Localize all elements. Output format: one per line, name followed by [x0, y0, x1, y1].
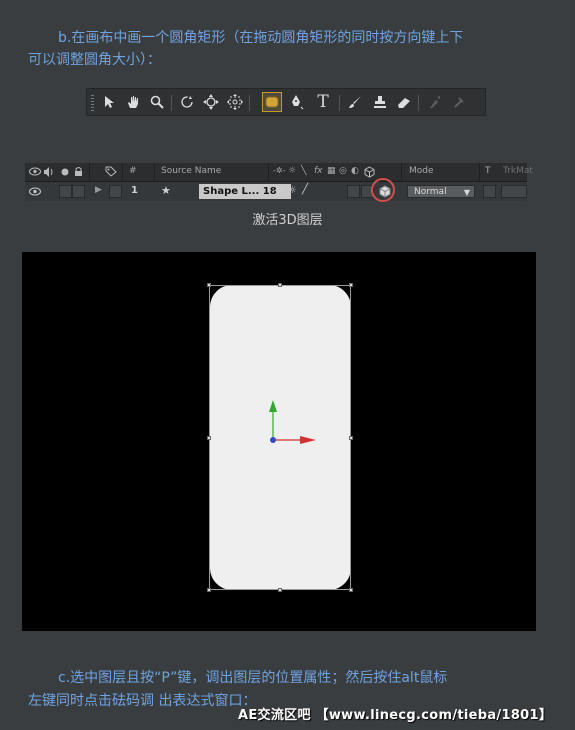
arrow-icon: [105, 96, 114, 108]
handle-bottom-left[interactable]: [207, 588, 211, 592]
layer-collapse-switch[interactable]: ☼: [288, 185, 297, 196]
y-axis-arrow-icon: [269, 400, 277, 412]
handle-middle-left[interactable]: [207, 436, 211, 440]
handle-top-left[interactable]: [207, 283, 211, 287]
speaker-icon[interactable]: [43, 167, 55, 177]
camera-orbit-tool[interactable]: [201, 92, 221, 112]
handle-bottom-center[interactable]: [278, 588, 282, 592]
handle-top-right[interactable]: [349, 283, 353, 287]
toolbar-grip[interactable]: [91, 95, 94, 111]
timeline-header: # Source Name -✲- ☼ ╲ fx ▦ ◎ ◐ Mode T Tr…: [25, 163, 533, 201]
shy-icon[interactable]: -✲-: [273, 166, 285, 175]
toolbar-separator: [418, 95, 419, 111]
3d-layer-header-icon[interactable]: [364, 166, 375, 178]
adjustment-layer-icon[interactable]: ◐: [351, 166, 359, 176]
instruction-step-b-line1: b.在画布中画一个圆角矩形（在拖动圆角矩形的同时按方向键上下: [58, 30, 464, 46]
label-color-swatch[interactable]: [109, 185, 122, 198]
timeline-panel: # Source Name -✲- ☼ ╲ fx ▦ ◎ ◐ Mode T Tr…: [25, 163, 533, 202]
header-number: #: [129, 166, 137, 176]
lock-toggle[interactable]: [72, 185, 85, 198]
layer-visibility-eye-icon[interactable]: [29, 187, 41, 196]
pan-icon: [227, 94, 243, 110]
rounded-rect-icon: [265, 96, 279, 108]
toolbar-separator: [339, 95, 340, 111]
zoom-tool[interactable]: [147, 92, 167, 112]
screenshot-caption: 激活3D图层: [252, 213, 323, 228]
eraser-tool[interactable]: [394, 92, 414, 112]
toolbar-separator: [171, 95, 172, 111]
hand-icon: [128, 96, 138, 108]
trkmat-dropdown[interactable]: [501, 185, 527, 198]
header-source-name[interactable]: Source Name: [161, 166, 221, 176]
preserve-transparency-toggle[interactable]: [483, 185, 496, 198]
label-tag-icon[interactable]: [105, 166, 117, 177]
watermark-text: AE交流区吧 【www.linecg.com/tieba/1801】: [238, 708, 553, 723]
highlight-circle: [371, 178, 395, 202]
instruction-step-c-line1: c.选中图层且按“P”键，调出图层的位置属性；然后按住alt鼠标: [58, 670, 448, 686]
tools-toolbar: T: [86, 88, 486, 116]
layer-adjustment-switch[interactable]: [347, 185, 360, 198]
rectangle-tool[interactable]: [262, 92, 282, 112]
type-icon: T: [317, 92, 329, 112]
effects-icon[interactable]: fx: [314, 166, 323, 176]
header-trkmat[interactable]: TrkMat: [503, 166, 533, 176]
collapse-icon[interactable]: ☼: [288, 166, 296, 176]
composition-canvas[interactable]: [22, 252, 536, 631]
magnifier-icon: [150, 95, 164, 109]
selection-tool[interactable]: [99, 92, 119, 112]
3d-axis-gizmo[interactable]: [260, 392, 320, 452]
motion-blur-icon[interactable]: ◎: [339, 166, 347, 176]
lock-icon[interactable]: [74, 166, 83, 177]
roto-icon: [430, 96, 440, 108]
handle-middle-right[interactable]: [349, 436, 353, 440]
handle-top-center[interactable]: [278, 283, 282, 287]
pen-tool[interactable]: [287, 92, 307, 112]
instruction-step-c-line2: 左键同时点击砝码调 出表达式窗口：: [28, 693, 257, 709]
header-preserve-transparency[interactable]: T: [485, 166, 491, 176]
frame-blend-icon[interactable]: ▦: [327, 166, 336, 176]
pin-icon: [454, 97, 464, 108]
orbit-icon: [203, 94, 219, 110]
x-axis-arrow-icon: [300, 436, 316, 444]
layer-quality-switch[interactable]: ╱: [302, 184, 308, 195]
rotation-tool[interactable]: [177, 92, 197, 112]
clone-stamp-tool[interactable]: [370, 92, 390, 112]
z-axis-origin-icon: [270, 437, 276, 443]
chevron-down-icon: ▼: [463, 188, 470, 197]
instruction-step-b-line2: 可以调整圆角大小）：: [28, 52, 161, 68]
layer-shy-switch[interactable]: -✲-: [273, 186, 285, 195]
brush-icon: [349, 96, 361, 108]
eye-icon[interactable]: [29, 167, 41, 176]
expand-triangle-icon[interactable]: ▶: [95, 185, 102, 195]
blend-mode-dropdown[interactable]: Normal ▼: [407, 185, 475, 198]
hand-tool[interactable]: [123, 92, 143, 112]
solo-toggle[interactable]: [59, 185, 72, 198]
blend-mode-value: Normal: [414, 187, 447, 197]
header-mode[interactable]: Mode: [409, 166, 434, 176]
solo-icon[interactable]: [61, 168, 69, 176]
pan-behind-tool[interactable]: [225, 92, 245, 112]
quality-icon[interactable]: ╲: [301, 166, 306, 176]
rotate-icon: [181, 96, 193, 108]
toolbar-separator: [249, 95, 250, 111]
type-tool[interactable]: T: [313, 92, 333, 112]
puppet-tool[interactable]: [449, 92, 469, 112]
layer-number: 1: [131, 185, 138, 196]
shape-layer-star-icon: ★: [161, 184, 171, 197]
brush-tool[interactable]: [345, 92, 365, 112]
roto-brush-tool[interactable]: [425, 92, 445, 112]
eraser-icon: [398, 98, 410, 108]
pen-icon: [292, 95, 304, 110]
handle-bottom-right[interactable]: [349, 588, 353, 592]
stamp-icon: [374, 96, 386, 108]
